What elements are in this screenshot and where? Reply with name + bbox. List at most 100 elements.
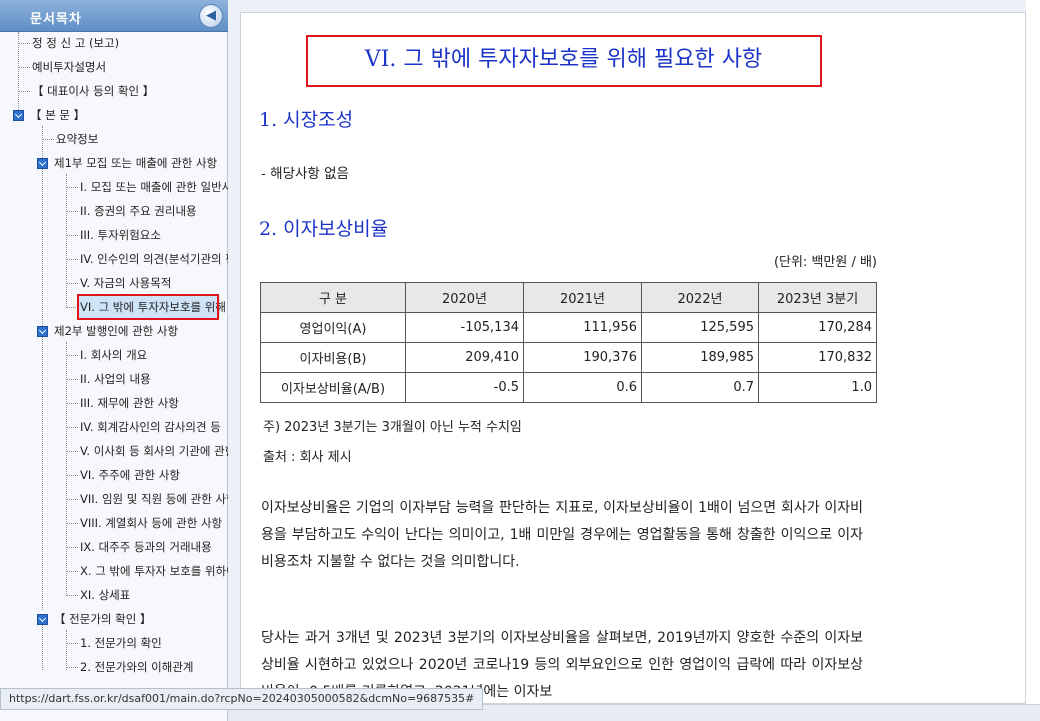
tree-guide-line [66,283,78,284]
tree-guide-line [66,355,78,356]
tree-guide-line [66,630,67,670]
vertical-scrollbar[interactable] [1026,0,1040,721]
table-cell: 170,832 [758,342,877,373]
table-cell: 190,376 [523,342,642,373]
table-row: 이자보상비율(A/B) -0.5 0.6 0.7 1.0 [260,372,877,403]
table-header-cell: 2020년 [405,282,524,313]
collapse-toggle-icon[interactable] [37,326,48,337]
toc-item-part2-6[interactable]: VI. 주주에 관한 사항 [80,464,180,486]
selected-item-red-frame [77,294,219,320]
toc-item-part2-9[interactable]: IX. 대주주 등과의 거래내용 [80,536,212,558]
table-cell: -105,134 [405,312,524,343]
tree-guide-line [66,643,78,644]
status-url-tooltip: https://dart.fss.or.kr/dsaf001/main.do?r… [0,688,484,710]
table-cell: 189,985 [641,342,759,373]
table-row-label: 영업이익(A) [260,312,406,343]
table-header-cell: 2021년 [523,282,642,313]
toc-item-part1-2[interactable]: II. 증권의 주요 권리내용 [80,200,197,222]
toc-item-expert-2[interactable]: 2. 전문가와의 이해관계 [80,656,194,678]
toc-item-main-body[interactable]: 【 본 문 】 [30,104,85,126]
table-row-label: 이자보상비율(A/B) [260,372,406,403]
collapse-sidebar-button[interactable]: ◀ [199,4,223,28]
toc-item-part1-4[interactable]: IV. 인수인의 의견(분석기관의 평가의견) [80,248,228,270]
tree-guide-line [66,547,78,548]
tree-guide-line [42,622,43,670]
table-cell: 1.0 [758,372,877,403]
table-cell: 209,410 [405,342,524,373]
tree-guide-line [66,475,78,476]
tree-guide-line [66,403,78,404]
title-red-frame: VI. 그 밖에 투자자보호를 위해 필요한 사항 [306,35,822,87]
toc-item-part2-1[interactable]: I. 회사의 개요 [80,344,147,366]
table-row: 영업이익(A) -105,134 111,956 125,595 170,284 [260,312,877,343]
toc-item-preliminary-prospectus[interactable]: 예비투자설명서 [32,56,106,78]
toc-item-expert-confirmation[interactable]: 【 전문가의 확인 】 [54,608,151,630]
toc-item-part2-5[interactable]: V. 이사회 등 회사의 기관에 관한 사항 [80,440,228,462]
interest-coverage-table: 구 분 2020년 2021년 2022년 2023년 3분기 영업이익(A) … [260,282,877,403]
tree-guide-line [66,235,78,236]
sidebar-title: 문서목차 [30,12,82,27]
table-cell: 0.7 [641,372,759,403]
table-footnote: 주) 2023년 3분기는 3개월이 아닌 누적 수치임 [263,420,522,435]
toc-sidebar: 문서목차 ◀ 정 정 신 고 (보고) 예비투자설명서 【 대표이사 등의 확인… [0,0,228,721]
toc-item-part1-5[interactable]: V. 자금의 사용목적 [80,272,171,294]
tree-guide-line [66,595,78,596]
table-header-cell: 2022년 [641,282,759,313]
tree-guide-line [66,523,78,524]
paragraph: 이자보상비율은 기업의 이자부담 능력을 판단하는 지표로, 이자보상비율이 1… [261,500,863,570]
toc-item-summary[interactable]: 요약정보 [56,128,98,150]
chevron-left-icon: ◀ [206,8,216,23]
toc-item-part2-7[interactable]: VII. 임원 및 직원 등에 관한 사항 [80,488,228,510]
toc-item-expert-1[interactable]: 1. 전문가의 확인 [80,632,162,654]
tree-guide-line [66,187,78,188]
table-header-cell: 구 분 [260,282,406,313]
toc-item-part2-8[interactable]: VIII. 계열회사 등에 관한 사항 [80,512,222,534]
tree-guide-line [66,571,78,572]
table-row: 이자비용(B) 209,410 190,376 189,985 170,832 [260,342,877,373]
collapse-toggle-icon[interactable] [13,110,24,121]
tree-guide-line [66,667,78,668]
toc-item-part1-3[interactable]: III. 투자위험요소 [80,224,161,246]
table-unit-label: (단위: 백만원 / 배) [773,255,877,270]
toc-item-part2-3[interactable]: III. 재무에 관한 사항 [80,392,179,414]
tree-guide-line [66,379,78,380]
table-cell: 0.6 [523,372,642,403]
page-title: VI. 그 밖에 투자자보호를 위해 필요한 사항 [364,47,763,72]
tree-guide-line [66,499,78,500]
toc-item-part1[interactable]: 제1부 모집 또는 매출에 관한 사항 [54,152,217,174]
table-header-cell: 2023년 3분기 [758,282,877,313]
document-viewer: VI. 그 밖에 투자자보호를 위해 필요한 사항 1. 시장조성 - 해당사항… [228,0,1040,721]
toc-item-correction-report[interactable]: 정 정 신 고 (보고) [32,32,119,54]
toc-item-ceo-confirmation[interactable]: 【 대표이사 등의 확인 】 [32,80,154,102]
tree-guide-line [18,43,30,44]
document-page: VI. 그 밖에 투자자보호를 위해 필요한 사항 1. 시장조성 - 해당사항… [240,12,1026,704]
tree-guide-line [42,139,54,140]
table-source: 출처 : 회사 제시 [263,450,352,465]
tree-guide-line [18,91,30,92]
tree-guide-line [42,126,43,610]
section-body-market-making: - 해당사항 없음 [261,166,349,182]
toc-item-part2-10[interactable]: X. 그 밖에 투자자 보호를 위하여 필요한 사항 [80,560,228,582]
tree-guide-line [66,259,78,260]
toc-item-part2-4[interactable]: IV. 회계감사인의 감사의견 등 [80,416,221,438]
toc-item-part1-1[interactable]: I. 모집 또는 매출에 관한 일반사항 [80,176,228,198]
toc-item-part2[interactable]: 제2부 발행인에 관한 사항 [54,320,178,342]
tree-guide-line [66,427,78,428]
table-header-row: 구 분 2020년 2021년 2022년 2023년 3분기 [260,282,877,313]
toc-tree: 정 정 신 고 (보고) 예비투자설명서 【 대표이사 등의 확인 】 【 본 … [0,32,228,688]
tree-guide-line [18,67,30,68]
section-heading-interest-coverage: 2. 이자보상비율 [259,218,389,240]
collapse-toggle-icon[interactable] [37,158,48,169]
section-heading-market-making: 1. 시장조성 [259,109,354,131]
toc-item-part2-2[interactable]: II. 사업의 내용 [80,368,151,390]
sidebar-header: 문서목차 ◀ [0,0,228,32]
collapse-toggle-icon[interactable] [37,614,48,625]
tree-guide-line [66,342,67,596]
tree-guide-line [66,451,78,452]
tree-guide-line [66,174,67,308]
toc-item-part2-11[interactable]: XI. 상세표 [80,584,130,606]
tree-guide-line [66,211,78,212]
table-row-label: 이자비용(B) [260,342,406,373]
table-cell: 170,284 [758,312,877,343]
table-cell: 111,956 [523,312,642,343]
